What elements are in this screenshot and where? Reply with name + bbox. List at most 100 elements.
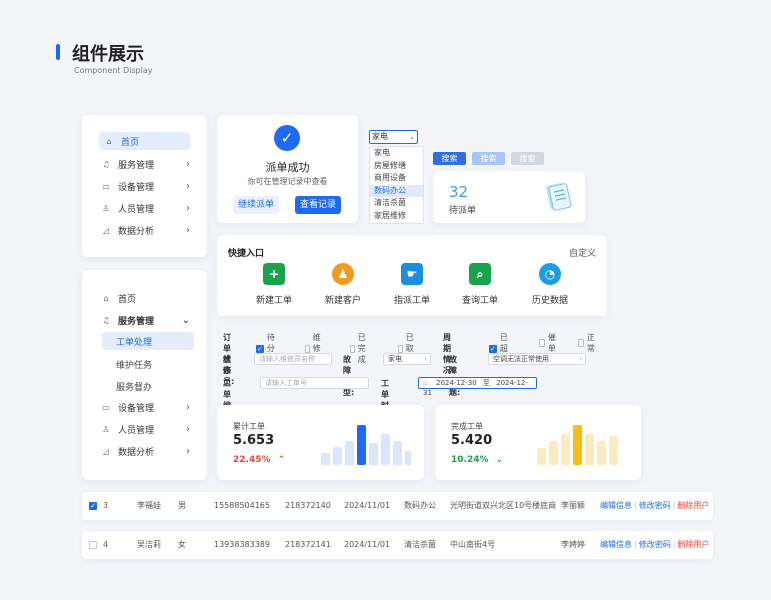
option-item-selected[interactable]: 数码办公 (370, 184, 423, 197)
sidebar-item-service[interactable]: ♫ 服务管理 ⌄ (100, 311, 190, 329)
fault-issue-select[interactable]: 空调无法正常使用 › (488, 353, 586, 365)
chart-icon: ◿ (102, 225, 110, 235)
change-password-link[interactable]: 修改密码 (639, 501, 671, 510)
fault-type-select[interactable]: 家电 › (383, 353, 431, 365)
sidebar-subitem-supervise[interactable]: 服务督办 (102, 377, 194, 395)
cell-staff: 李娉婷 (561, 540, 585, 549)
calendar-icon: ▫ (423, 379, 428, 387)
category-select[interactable]: 家电 ⌄ (369, 130, 418, 144)
edit-info-link[interactable]: 编辑信息 (600, 540, 632, 549)
delete-user-link[interactable]: 删除用户 (677, 540, 709, 549)
sidebar-item-label: 设备管理 (118, 403, 155, 414)
option-item[interactable]: 家电 (370, 147, 423, 160)
checkbox-icon (305, 344, 310, 353)
table-row[interactable]: 4 吴洁莉 女 13938383389 218372141 2024/11/01… (82, 531, 713, 559)
trend-value: 10.24% (451, 455, 489, 465)
edit-info-link[interactable]: 编辑信息 (600, 501, 632, 510)
home-icon: ⌂ (106, 136, 112, 146)
trend-down-icon: ⌄ (495, 455, 504, 465)
chart-bar (345, 441, 354, 465)
quick-entry-label: 新建客户 (324, 296, 361, 306)
user-icon: ♙ (102, 424, 110, 434)
sidebar-item-people[interactable]: ♙ 人员管理 › (100, 420, 190, 438)
sidebar-subitem-maintenance[interactable]: 维护任务 (102, 355, 194, 373)
sidebar-subitem-workorder[interactable]: 工单处理 (102, 332, 194, 350)
stat-trend: 22.45% ⌃ (233, 455, 285, 465)
cycle-checkbox-normal[interactable]: 正常 (578, 332, 597, 354)
change-password-link[interactable]: 修改密码 (639, 540, 671, 549)
chevron-right-icon: › (186, 401, 190, 413)
fault-type-label: 故障类型: (343, 355, 355, 397)
sidebar-item-analysis[interactable]: ◿ 数据分析 › (100, 442, 190, 460)
page-title: 组件展示 (72, 44, 144, 65)
order-no-input[interactable]: 请输入工单号 (260, 377, 369, 389)
checkbox-label: 催单 (547, 333, 556, 353)
cell-phone: 13938383389 (214, 540, 270, 549)
stat-label: 累计工单 (233, 422, 265, 431)
date-range-picker[interactable]: ▫ 2024-12-30 至 2024-12-31 (418, 377, 537, 397)
row-checkbox-checked[interactable]: ✓ (89, 502, 97, 510)
chart-icon: ◿ (102, 446, 110, 456)
cell-code: 218372141 (285, 540, 331, 549)
search-button-disabled[interactable]: 搜索 (511, 152, 544, 165)
search-button-default[interactable]: 搜索 (433, 152, 466, 165)
quick-new-customer[interactable]: ♟ 新建客户 (313, 263, 373, 306)
chevron-right-icon: › (186, 224, 190, 236)
select-value: 空调无法正常使用 (493, 355, 549, 363)
delete-user-link[interactable]: 删除用户 (677, 501, 709, 510)
checkbox-label: 已完成 (357, 333, 366, 364)
sidebar-item-analysis[interactable]: ◿ 数据分析 › (100, 221, 190, 239)
quick-entry-label: 查询工单 (461, 296, 498, 306)
chevron-down-icon: ⌄ (409, 133, 415, 141)
stat-label: 完成工单 (451, 422, 483, 431)
done-workorder-card: 完成工单 5.420 10.24% ⌄ (435, 405, 641, 480)
add-customer-icon: ♟ (332, 263, 354, 285)
cell-category: 数码办公 (404, 501, 436, 510)
stat-value: 5.653 (233, 433, 275, 448)
fault-issue-label: 故障问题: (449, 355, 461, 397)
cell-gender: 男 (178, 501, 186, 510)
sidebar-item-label: 设备管理 (118, 182, 155, 193)
view-record-button[interactable]: 查看记录 (295, 196, 341, 214)
cell-code: 218372140 (285, 501, 331, 510)
date-start: 2024-12-30 (435, 379, 477, 387)
repairer-input[interactable]: 请输入维修员名称 (254, 353, 332, 365)
stat-trend: 10.24% ⌄ (451, 455, 503, 465)
dispatch-icon: ☛ (401, 263, 423, 285)
sidebar-item-label: 服务管理 (118, 160, 155, 171)
chevron-right-icon: › (186, 202, 190, 214)
page-subtitle: Component Display (74, 66, 153, 75)
document-icon (546, 182, 572, 211)
quick-entry-label: 历史数据 (531, 296, 568, 306)
quick-new-workorder[interactable]: + 新建工单 (244, 263, 304, 306)
sidebar-expanded: ⌂ 首页 ♫ 服务管理 ⌄ 工单处理 维护任务 服务督办 ▭ 设备管理 › ♙ … (82, 270, 207, 480)
search-button-light[interactable]: 搜索 (472, 152, 505, 165)
sidebar-item-device[interactable]: ▭ 设备管理 › (100, 398, 190, 416)
option-item[interactable]: 清洁杀菌 (370, 197, 423, 210)
checkbox-icon (578, 339, 584, 347)
sidebar-collapsed: ⌂ 首页 ♫ 服务管理 › ▭ 设备管理 › ♙ 人员管理 › ◿ 数据分析 › (82, 115, 207, 257)
option-item[interactable]: 家居维修 (370, 210, 423, 223)
table-row[interactable]: ✓ 3 李福娃 男 15588504165 218372140 2024/11/… (82, 492, 713, 520)
sidebar-item-device[interactable]: ▭ 设备管理 › (100, 177, 190, 195)
cycle-checkbox-urge[interactable]: 催单 (539, 332, 558, 354)
option-item[interactable]: 商用设备 (370, 172, 423, 185)
customize-link[interactable]: 自定义 (569, 246, 596, 259)
option-item[interactable]: 房屋修缮 (370, 160, 423, 173)
checkbox-icon (398, 344, 403, 353)
quick-dispatch[interactable]: ☛ 指派工单 (382, 263, 442, 306)
cell-actions: 编辑信息 | 修改密码 | 删除用户 (600, 501, 710, 510)
sidebar-item-home[interactable]: ⌂ 首页 (99, 132, 190, 150)
sidebar-item-service[interactable]: ♫ 服务管理 › (100, 155, 190, 173)
row-checkbox[interactable] (89, 541, 97, 549)
pending-dispatch-card: 32 待派单 (433, 171, 585, 223)
sidebar-item-home[interactable]: ⌂ 首页 (100, 289, 190, 307)
title-accent-bar (56, 44, 60, 60)
chevron-down-icon: ⌄ (181, 314, 190, 326)
quick-search-workorder[interactable]: ⌕ 查询工单 (450, 263, 510, 306)
headset-icon: ♫ (102, 315, 110, 325)
cell-id: 3 (103, 501, 109, 510)
sidebar-item-people[interactable]: ♙ 人员管理 › (100, 199, 190, 217)
quick-history[interactable]: ◔ 历史数据 (520, 263, 580, 306)
continue-dispatch-button[interactable]: 继续派单 (233, 196, 279, 214)
